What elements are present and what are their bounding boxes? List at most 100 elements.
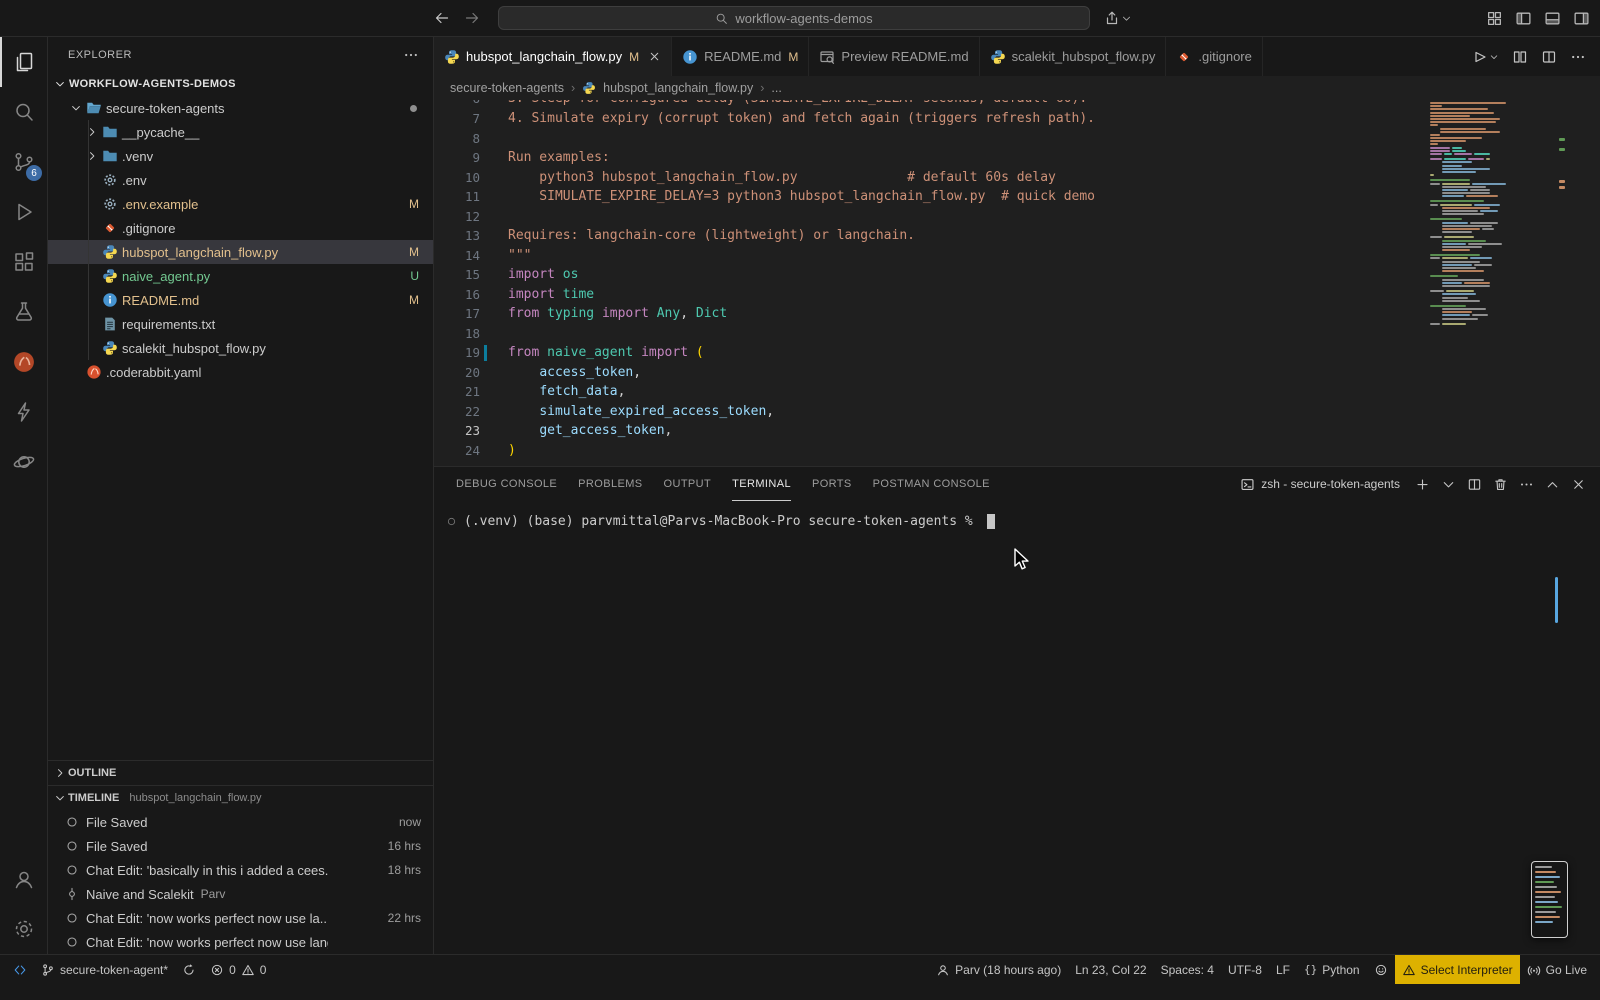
- branch-item[interactable]: secure-token-agent*: [34, 955, 175, 984]
- panel-tab-POSTMAN CONSOLE[interactable]: POSTMAN CONSOLE: [873, 467, 990, 501]
- command-center-search[interactable]: workflow-agents-demos: [498, 6, 1090, 30]
- customize-layout-icon[interactable]: [1486, 10, 1503, 27]
- panel-tab-TERMINAL[interactable]: TERMINAL: [732, 467, 791, 501]
- warning-icon: [1402, 963, 1416, 977]
- activity-run-debug-icon[interactable]: [0, 187, 47, 237]
- tab-Preview README.md[interactable]: Preview README.md: [809, 37, 980, 76]
- panel-tab-PORTS[interactable]: PORTS: [812, 467, 852, 501]
- panel-tab-OUTPUT[interactable]: OUTPUT: [664, 467, 712, 501]
- back-arrow-icon[interactable]: [434, 10, 450, 26]
- split-terminal-icon[interactable]: [1467, 477, 1482, 492]
- feedback-item[interactable]: [1367, 955, 1395, 984]
- activity-files-icon[interactable]: [0, 37, 47, 87]
- close-panel-icon[interactable]: [1571, 477, 1586, 492]
- chevron-down-icon: [68, 102, 84, 114]
- breadcrumb-folder[interactable]: secure-token-agents: [450, 81, 564, 95]
- terminal-dropdown-icon[interactable]: [1441, 477, 1456, 492]
- tree-item-.env[interactable]: .env: [48, 168, 433, 192]
- activity-thunder-icon[interactable]: [0, 387, 47, 437]
- problems-item[interactable]: 0 0: [203, 955, 273, 984]
- timeline-item[interactable]: Naive and Scalekit Parv: [48, 882, 433, 906]
- activity-coderabbit-icon[interactable]: [0, 337, 47, 387]
- tab-label: scalekit_hubspot_flow.py: [1011, 49, 1156, 64]
- panel-tab-PROBLEMS[interactable]: PROBLEMS: [578, 467, 642, 501]
- activity-search-large-icon[interactable]: [0, 87, 47, 137]
- maximize-panel-icon[interactable]: [1545, 477, 1560, 492]
- terminal-shell-selector[interactable]: zsh - secure-token-agents: [1240, 477, 1400, 492]
- activity-account-icon[interactable]: [0, 854, 47, 904]
- split-editor-icon[interactable]: [1541, 49, 1557, 65]
- outline-header[interactable]: OUTLINE: [48, 761, 433, 785]
- forward-arrow-icon[interactable]: [464, 10, 480, 26]
- indentation-item[interactable]: Spaces: 4: [1154, 955, 1221, 984]
- tree-item-label: __pycache__: [122, 124, 200, 140]
- activity-testing-icon[interactable]: [0, 287, 47, 337]
- tab-README.md[interactable]: README.md M: [672, 37, 810, 76]
- tree-item-naive_agent.py[interactable]: naive_agent.py U: [48, 264, 433, 288]
- tree-item-requirements.txt[interactable]: requirements.txt: [48, 312, 433, 336]
- cursor-position-item[interactable]: Ln 23, Col 22: [1068, 955, 1153, 984]
- open-changes-icon[interactable]: [1512, 49, 1528, 65]
- tree-item-.gitignore[interactable]: .gitignore: [48, 216, 433, 240]
- branch-label: secure-token-agent*: [60, 962, 169, 977]
- tree-item-.coderabbit.yaml[interactable]: .coderabbit.yaml: [48, 360, 433, 384]
- readme-icon: [100, 292, 120, 308]
- timeline-item[interactable]: Chat Edit: 'now works perfect now use la…: [48, 906, 433, 930]
- timeline-item[interactable]: Chat Edit: 'now works perfect now use la…: [48, 930, 433, 954]
- tab-scalekit_hubspot_flow.py[interactable]: scalekit_hubspot_flow.py: [979, 37, 1167, 76]
- activity-settings-gear-icon[interactable]: [0, 904, 47, 954]
- terminal-more-icon[interactable]: [1519, 477, 1534, 492]
- workspace-name: WORKFLOW-AGENTS-DEMOS: [69, 78, 236, 90]
- language-mode-item[interactable]: {} Python: [1297, 955, 1367, 984]
- timeline-item[interactable]: Chat Edit: 'basically in this i added a …: [48, 858, 433, 882]
- run-button[interactable]: [1471, 49, 1499, 65]
- cursor-position-label: Ln 23, Col 22: [1075, 962, 1147, 977]
- timeline-item[interactable]: File Saved now: [48, 810, 433, 834]
- activity-source-control-icon[interactable]: 6: [0, 137, 47, 187]
- tree-item-label: scalekit_hubspot_flow.py: [122, 340, 266, 356]
- more-actions-icon[interactable]: [1570, 49, 1586, 65]
- tree-item-.env.example[interactable]: .env.example M: [48, 192, 433, 216]
- minimap[interactable]: [1424, 102, 1558, 464]
- toggle-panel-icon[interactable]: [1544, 10, 1561, 27]
- encoding-item[interactable]: UTF-8: [1221, 955, 1269, 984]
- sync-item[interactable]: [175, 955, 203, 984]
- eol-item[interactable]: LF: [1269, 955, 1297, 984]
- tree-item-__pycache__[interactable]: __pycache__: [48, 120, 433, 144]
- breadcrumb-more[interactable]: ...: [771, 81, 781, 95]
- remote-indicator[interactable]: [6, 955, 34, 984]
- explorer-more-actions-icon[interactable]: [403, 47, 419, 63]
- kill-terminal-icon[interactable]: [1493, 477, 1508, 492]
- activity-planet-icon[interactable]: [0, 437, 47, 487]
- tree-item-scalekit_hubspot_flow.py[interactable]: scalekit_hubspot_flow.py: [48, 336, 433, 360]
- tab-hubspot_langchain_flow.py[interactable]: hubspot_langchain_flow.py M: [434, 37, 673, 76]
- share-icon[interactable]: [1104, 10, 1120, 26]
- toggle-sidebar-left-icon[interactable]: [1515, 10, 1532, 27]
- tree-item-secure-token-agents[interactable]: secure-token-agents: [48, 96, 433, 120]
- screenshot-thumbnail[interactable]: [1531, 861, 1568, 938]
- breadcrumb-separator: ›: [570, 81, 576, 95]
- timeline-item-time: now: [398, 815, 421, 829]
- activity-extensions-icon[interactable]: [0, 237, 47, 287]
- tree-item-README.md[interactable]: README.md M: [48, 288, 433, 312]
- scrollbar-thumb[interactable]: [1555, 577, 1558, 623]
- chevron-down-icon[interactable]: [1121, 13, 1132, 24]
- select-interpreter-item[interactable]: Select Interpreter: [1394, 955, 1520, 984]
- timeline-header[interactable]: TIMELINE hubspot_langchain_flow.py: [48, 786, 433, 810]
- timeline-item[interactable]: File Saved 16 hrs: [48, 834, 433, 858]
- commit-author-item[interactable]: Parv (18 hours ago): [929, 955, 1068, 984]
- new-terminal-icon[interactable]: [1415, 477, 1430, 492]
- code-editor[interactable]: 6 3. Sleep for configured delay (SIMULATE…: [434, 100, 1600, 466]
- tab-.gitignore[interactable]: .gitignore: [1166, 37, 1263, 76]
- code-text: """: [508, 247, 532, 263]
- gutter: [480, 382, 490, 402]
- panel-tab-DEBUG CONSOLE[interactable]: DEBUG CONSOLE: [456, 467, 557, 501]
- toggle-sidebar-right-icon[interactable]: [1573, 10, 1590, 27]
- tree-item-.venv[interactable]: .venv: [48, 144, 433, 168]
- go-live-item[interactable]: Go Live: [1520, 955, 1594, 984]
- breadcrumb-file[interactable]: hubspot_langchain_flow.py: [603, 81, 753, 95]
- tree-item-hubspot_langchain_flow.py[interactable]: hubspot_langchain_flow.py M: [48, 240, 433, 264]
- overview-ruler-mark: [1559, 138, 1565, 141]
- gutter: [480, 168, 490, 188]
- workspace-root[interactable]: WORKFLOW-AGENTS-DEMOS: [48, 72, 433, 96]
